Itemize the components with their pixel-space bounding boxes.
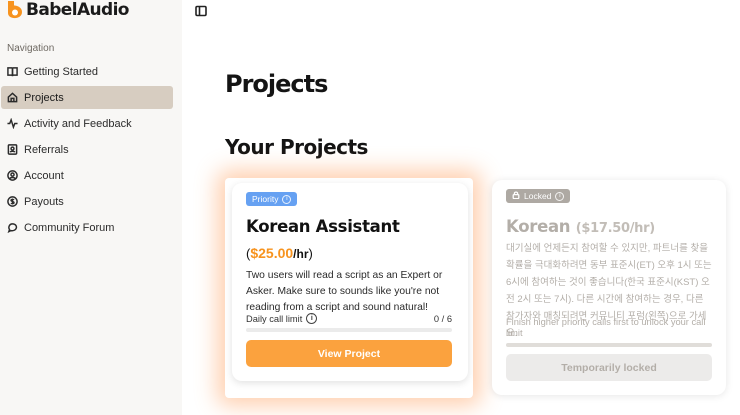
info-icon[interactable]: i <box>555 191 565 201</box>
sidebar-item-account[interactable]: Account <box>1 164 173 187</box>
app-name: BabelAudio <box>26 0 129 20</box>
daily-limit-label: Daily call limit <box>246 313 303 324</box>
panel-left-icon <box>195 4 207 21</box>
info-icon[interactable]: i <box>282 194 292 204</box>
sidebar-item-community-forum[interactable]: Community Forum <box>1 216 173 239</box>
project-title: Korean ($17.50/hr) <box>506 217 655 236</box>
sidebar-item-label: Projects <box>24 91 64 104</box>
daily-limit-row: Daily call limit i 0 / 6 <box>246 313 452 324</box>
priority-badge: Priority i <box>246 192 298 206</box>
sidebar-item-label: Account <box>24 169 64 182</box>
dollar-circle-icon <box>7 196 18 207</box>
project-description: Two users will read a script as an Exper… <box>246 270 443 313</box>
babelaudio-logo-icon <box>6 0 24 20</box>
sidebar-item-label: Referrals <box>24 143 69 156</box>
daily-limit-label-group: Daily call limit i <box>246 313 318 324</box>
project-title-text: Korean <box>506 217 571 236</box>
sidebar-item-referrals[interactable]: Referrals <box>1 138 173 161</box>
sidebar-toggle-button[interactable] <box>195 4 207 17</box>
unlock-hint: Finish higher priority calls first to un… <box>506 317 706 338</box>
project-rate: ($17.50/hr) <box>575 221 655 236</box>
locked-project-card: Locked i Korean ($17.50/hr) 대기실에 언제든지 참여… <box>492 180 726 395</box>
nav-heading: Navigation <box>7 43 55 54</box>
sidebar-item-getting-started[interactable]: Getting Started <box>1 60 173 83</box>
sidebar: BabelAudio Navigation Getting Started Pr… <box>0 0 182 415</box>
contacts-icon <box>7 144 18 155</box>
rate-unit: /hr <box>293 247 309 261</box>
locked-progress-fill <box>506 343 712 347</box>
daily-limit-progress <box>246 328 452 332</box>
sidebar-item-projects[interactable]: Projects <box>1 86 173 109</box>
info-icon[interactable]: i <box>306 313 318 324</box>
sidebar-item-label: Payouts <box>24 195 64 208</box>
section-title: Your Projects <box>225 135 368 159</box>
home-icon <box>7 92 18 103</box>
sidebar-item-label: Getting Started <box>24 65 98 78</box>
app-logo[interactable]: BabelAudio <box>6 0 129 20</box>
temporarily-locked-button[interactable]: Temporarily locked <box>506 354 712 381</box>
rate-value: $25.00 <box>250 245 294 261</box>
daily-limit-value: 0 / 6 <box>433 313 452 324</box>
project-card: Priority i Korean Assistant ($25.00/hr) … <box>232 183 468 381</box>
locked-progress <box>506 343 712 347</box>
project-rate: ($25.00/hr) <box>246 245 313 261</box>
book-icon <box>7 66 18 77</box>
user-circle-icon <box>7 170 18 181</box>
sidebar-item-activity-and-feedback[interactable]: Activity and Feedback <box>1 112 173 135</box>
chat-bubble-icon <box>7 222 18 233</box>
view-project-button[interactable]: View Project <box>246 340 452 367</box>
project-title: Korean Assistant <box>246 217 400 236</box>
activity-icon <box>7 118 18 129</box>
sidebar-item-label: Community Forum <box>24 221 115 234</box>
lock-icon <box>512 191 520 201</box>
badge-label: Priority <box>252 194 279 204</box>
sidebar-item-label: Activity and Feedback <box>24 117 132 130</box>
sidebar-item-payouts[interactable]: Payouts <box>1 190 173 213</box>
locked-badge: Locked i <box>506 189 571 203</box>
badge-label: Locked <box>524 191 552 201</box>
page-title: Projects <box>225 70 328 98</box>
rate-close-paren: ) <box>308 246 313 261</box>
